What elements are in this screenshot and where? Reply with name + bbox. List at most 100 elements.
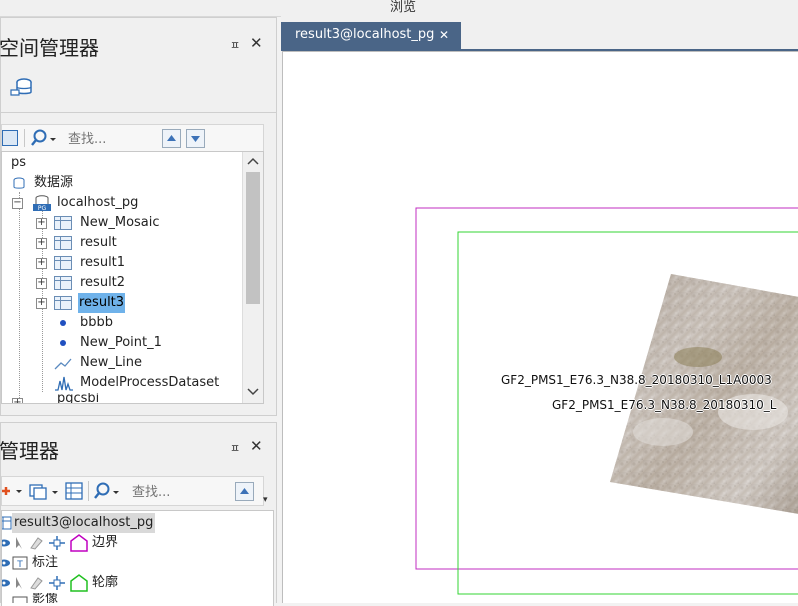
add-layer-icon[interactable] xyxy=(2,481,24,501)
datasource-folder-icon xyxy=(10,176,26,190)
grid-dataset-icon xyxy=(54,256,72,270)
tree-item-partial[interactable]: + pgcsbi xyxy=(12,393,212,403)
layer-view-icon[interactable] xyxy=(2,130,18,146)
workspace-search-input[interactable] xyxy=(66,129,160,149)
raster-feature xyxy=(674,347,722,367)
expand-icon[interactable]: + xyxy=(36,278,47,289)
tab-close-icon[interactable]: ✕ xyxy=(439,22,449,48)
pin-icon[interactable]: ㅍ xyxy=(230,440,240,456)
expand-icon[interactable]: + xyxy=(36,218,47,229)
tree-item-dataset[interactable]: + result1 xyxy=(36,253,236,273)
scrollbar-thumb[interactable] xyxy=(246,172,260,304)
grid-dataset-icon xyxy=(54,216,72,230)
tree-item-localhost-pg[interactable]: − PG localhost_pg xyxy=(12,193,212,213)
workspace-panel-title: 空间管理器 xyxy=(0,36,99,60)
expand-icon[interactable]: + xyxy=(36,298,47,309)
tree-scrollbar[interactable] xyxy=(242,152,263,403)
tree-item-dataset[interactable]: + result2 xyxy=(36,273,236,293)
layer-label: 边界 xyxy=(92,535,119,550)
map-graphics xyxy=(415,207,798,595)
tree-dataset-label: New_Line xyxy=(80,355,142,370)
snap-crosshair-icon[interactable] xyxy=(49,576,65,590)
scroll-down-icon[interactable] xyxy=(247,387,259,397)
tree-item-dataset[interactable]: New_Line xyxy=(36,353,236,373)
visibility-eye-icon[interactable] xyxy=(1,578,10,588)
tree-item-dataset[interactable]: New_Point_1 xyxy=(36,333,236,353)
workspace-toolbar xyxy=(1,124,264,152)
tree-item-dataset[interactable]: + result xyxy=(36,233,236,253)
map-label: GF2_PMS1_E76.3_N38.8_20180310_L xyxy=(552,398,777,412)
document-tab-strip: result3@localhost_pg ✕ xyxy=(281,16,798,51)
editable-icon[interactable] xyxy=(29,536,45,550)
search-up-button[interactable] xyxy=(235,482,254,501)
point-dataset-icon xyxy=(60,320,66,326)
visibility-eye-icon[interactable] xyxy=(1,558,10,568)
window-title: 浏览 xyxy=(390,0,417,15)
grid-dataset-icon xyxy=(54,276,72,290)
editable-icon[interactable] xyxy=(29,576,45,590)
close-panel-button[interactable]: ✕ xyxy=(250,437,263,455)
tree-root-label: ps xyxy=(11,155,27,170)
tree-partial-label: pgcsbi xyxy=(57,393,100,403)
tree-dataset-label: ModelProcessDataset xyxy=(80,375,220,390)
tree-dataset-label: result3 xyxy=(78,293,126,313)
search-down-button[interactable] xyxy=(186,129,205,148)
svg-text:PG: PG xyxy=(38,205,47,212)
map-root-item[interactable]: result3@localhost_pg xyxy=(2,513,156,533)
toolbar-overflow-icon[interactable]: ▾ xyxy=(263,495,268,505)
grid-dataset-icon xyxy=(54,236,72,250)
map-canvas[interactable]: GF2_PMS1_E76.3_N38.8_20180310_L1A0003 GF… xyxy=(282,51,798,603)
selectable-arrow-icon[interactable] xyxy=(14,576,24,590)
toolbar-separator xyxy=(88,481,89,501)
visibility-eye-icon[interactable] xyxy=(1,538,10,548)
postgres-datasource-icon: PG xyxy=(32,194,52,212)
grid-dataset-icon xyxy=(54,296,72,310)
layer-toolbar xyxy=(1,476,264,506)
tree-item-dataset[interactable]: + New_Mosaic xyxy=(36,213,236,233)
layer-label: 标注 xyxy=(32,555,59,570)
tab-label: result3@localhost_pg xyxy=(295,27,435,42)
layer-tree: result3@localhost_pg 边界 T 标注 轮廓 影像 xyxy=(1,510,274,606)
expand-icon[interactable]: + xyxy=(36,258,47,269)
tree-connection-label: localhost_pg xyxy=(57,195,139,210)
window-title-bar: 浏览 xyxy=(0,0,798,17)
tab-map-result3[interactable]: result3@localhost_pg ✕ xyxy=(281,22,461,49)
search-dropdown-icon[interactable] xyxy=(93,481,121,501)
tree-dataset-label: bbbb xyxy=(80,315,114,330)
tree-dataset-label: result1 xyxy=(80,255,126,270)
workspace-manager-panel: 空间管理器 ㅍ ✕ 查找... ps 数据源 − PG localhost_pg… xyxy=(0,17,277,416)
scroll-up-icon[interactable] xyxy=(247,156,259,166)
tree-item-dataset[interactable]: bbbb xyxy=(36,313,236,333)
layer-group-icon[interactable] xyxy=(28,481,60,501)
collapse-icon[interactable]: − xyxy=(12,198,23,209)
map-icon xyxy=(2,516,12,530)
tree-item-root[interactable]: ps xyxy=(11,153,26,173)
pin-icon[interactable]: ㅍ xyxy=(230,37,240,53)
map-label: GF2_PMS1_E76.3_N38.8_20180310_L1A0003 xyxy=(501,373,772,387)
selectable-arrow-icon[interactable] xyxy=(14,536,24,550)
layer-item[interactable]: T 标注 xyxy=(2,553,242,573)
model-dataset-icon xyxy=(54,375,74,391)
expand-icon[interactable]: + xyxy=(12,398,23,403)
open-database-icon[interactable] xyxy=(9,76,35,100)
search-dropdown-icon[interactable] xyxy=(30,128,58,148)
layer-table-icon[interactable] xyxy=(65,482,83,500)
close-panel-button[interactable]: ✕ xyxy=(250,34,263,52)
snap-crosshair-icon[interactable] xyxy=(49,536,65,550)
tree-item-dataset-selected[interactable]: + result3 xyxy=(36,293,236,313)
map-name-label: result3@localhost_pg xyxy=(12,513,156,533)
tree-dataset-label: New_Mosaic xyxy=(80,215,160,230)
search-up-button[interactable] xyxy=(162,129,181,148)
expand-icon[interactable]: + xyxy=(36,238,47,249)
layer-search-input[interactable] xyxy=(130,482,224,502)
tree-dataset-label: New_Point_1 xyxy=(80,335,162,350)
label-layer-icon: T xyxy=(12,556,28,570)
point-dataset-icon xyxy=(60,340,66,346)
region-style-icon xyxy=(70,534,88,552)
line-dataset-icon xyxy=(54,357,72,370)
layer-item[interactable]: 轮廓 xyxy=(2,573,242,593)
region-style-icon xyxy=(70,574,88,592)
layer-item[interactable]: 边界 xyxy=(2,533,242,553)
tree-item-dataset[interactable]: ModelProcessDataset xyxy=(36,373,236,393)
tree-dataset-label: result xyxy=(80,235,117,250)
